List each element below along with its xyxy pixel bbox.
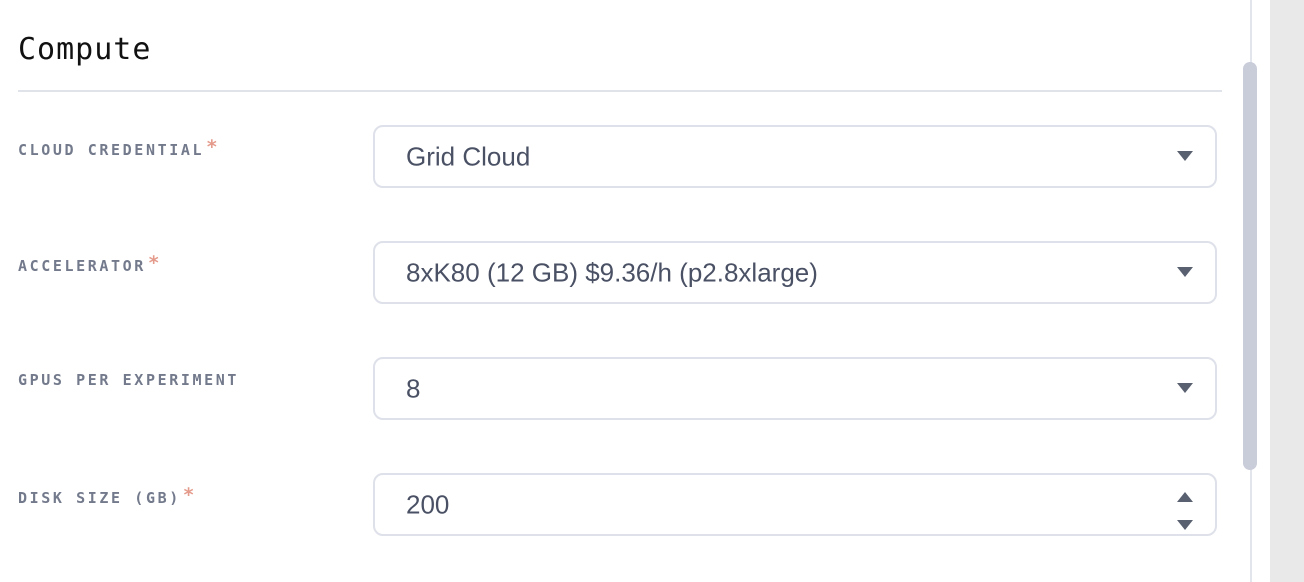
disk-size-input[interactable]: 200 xyxy=(373,473,1217,536)
gpus-per-experiment-value: 8 xyxy=(406,373,421,403)
cloud-credential-label-text: CLOUD CREDENTIAL xyxy=(18,141,205,159)
disk-size-value: 200 xyxy=(406,489,450,519)
cloud-credential-value: Grid Cloud xyxy=(406,141,531,171)
section-divider xyxy=(18,90,1222,92)
cloud-credential-label: CLOUD CREDENTIAL * xyxy=(18,136,218,160)
chevron-down-icon[interactable] xyxy=(1177,520,1193,530)
cloud-credential-select[interactable]: Grid Cloud xyxy=(373,125,1217,188)
required-asterisk: * xyxy=(182,484,195,506)
page-gutter xyxy=(1270,0,1304,582)
accelerator-select[interactable]: 8xK80 (12 GB) $9.36/h (p2.8xlarge) xyxy=(373,241,1217,304)
compute-settings-panel: Compute CLOUD CREDENTIAL * Grid Cloud ACC… xyxy=(0,0,1250,582)
accelerator-label: ACCELERATOR * xyxy=(18,252,160,276)
disk-size-label-text: DISK SIZE (GB) xyxy=(18,489,181,507)
gpus-per-experiment-label-text: GPUS PER EXPERIMENT xyxy=(18,371,239,389)
disk-size-label: DISK SIZE (GB) * xyxy=(18,484,195,508)
accelerator-value: 8xK80 (12 GB) $9.36/h (p2.8xlarge) xyxy=(406,257,818,287)
gpus-per-experiment-select[interactable]: 8 xyxy=(373,357,1217,420)
gpus-per-experiment-label: GPUS PER EXPERIMENT xyxy=(18,370,239,390)
scrollbar-thumb[interactable] xyxy=(1243,62,1257,470)
chevron-down-icon[interactable] xyxy=(1177,382,1193,393)
chevron-down-icon[interactable] xyxy=(1177,266,1193,277)
required-asterisk: * xyxy=(147,252,160,274)
chevron-up-icon[interactable] xyxy=(1177,492,1193,502)
required-asterisk: * xyxy=(206,136,218,158)
chevron-down-icon[interactable] xyxy=(1177,150,1193,161)
section-title: Compute xyxy=(18,32,152,67)
accelerator-label-text: ACCELERATOR xyxy=(18,257,146,275)
